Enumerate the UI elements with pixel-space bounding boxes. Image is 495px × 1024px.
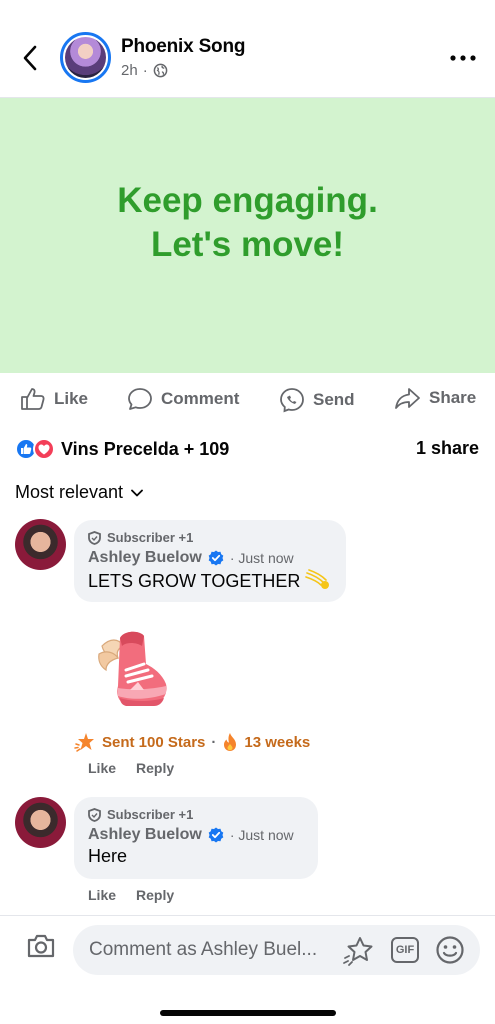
comment-actions: Like Reply (88, 760, 174, 776)
back-button[interactable] (16, 40, 44, 76)
comment-actions: Like Reply (88, 887, 174, 903)
badge-text: Subscriber +1 (107, 530, 194, 545)
share-label: Share (429, 388, 477, 407)
share-button[interactable]: Share (394, 387, 476, 409)
chevron-down-icon (131, 489, 143, 496)
comment-label: Comment (161, 389, 240, 408)
commenter-name[interactable]: Ashley Buelow (88, 549, 202, 567)
comment-text: LETS GROW TOGETHER (88, 569, 332, 592)
commenter-avatar[interactable] (15, 519, 66, 570)
post-header: Phoenix Song 2h · (0, 0, 495, 98)
subscriber-badge: Subscriber +1 (88, 807, 304, 822)
reactions-text: Vins Precelda + 109 (61, 438, 230, 459)
commenter-avatar[interactable] (15, 797, 66, 848)
comment-time: · Just now (229, 550, 294, 566)
comment-sort-dropdown[interactable]: Most relevant (15, 482, 143, 503)
comment-bubble-icon (128, 388, 152, 410)
post-text-line-2: Let's move! (150, 224, 345, 264)
thumbs-up-icon (21, 388, 45, 410)
comment-reply-button[interactable]: Reply (136, 887, 174, 903)
love-reaction-icon (33, 438, 55, 460)
comment-text: Here (88, 846, 128, 866)
camera-icon (27, 934, 55, 958)
chevron-left-icon (23, 45, 37, 71)
camera-button[interactable] (26, 933, 56, 964)
share-arrow-icon (395, 388, 420, 409)
like-button[interactable]: Like (20, 387, 88, 411)
post-text-line-1: Keep engaging. (117, 180, 378, 220)
sort-label: Most relevant (15, 482, 124, 502)
more-dots-icon (450, 55, 476, 61)
send-label: Send (313, 390, 355, 409)
shield-icon (88, 807, 101, 822)
like-label: Like (54, 389, 89, 408)
author-name[interactable]: Phoenix Song (121, 36, 245, 58)
shield-icon (88, 530, 101, 545)
streak-text: 13 weeks (244, 733, 311, 751)
post-text: Keep engaging. Let's move! (117, 179, 378, 267)
comment-input[interactable] (89, 925, 339, 975)
meta-separator: · (142, 62, 148, 79)
send-button[interactable]: Send (279, 387, 355, 413)
reaction-icons (15, 438, 55, 460)
comment-time: · Just now (229, 827, 294, 843)
avatar-sticker-icon[interactable] (343, 936, 375, 966)
gif-label: GIF (395, 944, 415, 956)
star-burst-icon (74, 733, 94, 752)
winged-shoe-sticker (98, 631, 167, 706)
post-meta: 2h · (121, 62, 168, 79)
globe-icon (153, 63, 168, 78)
post-content: Keep engaging. Let's move! (0, 98, 495, 373)
subscriber-badge: Subscriber +1 (88, 530, 332, 545)
stars-sent-line: Sent 100 Stars · 13 weeks (74, 732, 310, 752)
comment-name-line: Ashley Buelow · Just now (88, 826, 304, 844)
home-indicator (160, 1010, 336, 1016)
commenter-name[interactable]: Ashley Buelow (88, 826, 202, 844)
comment-bubble: Subscriber +1 Ashley Buelow · Just now L… (74, 520, 346, 602)
emoji-icon[interactable] (435, 935, 465, 965)
comment-composer: GIF (0, 915, 495, 1024)
messenger-icon (280, 388, 304, 413)
gif-button[interactable]: GIF (391, 937, 419, 963)
verified-badge-icon (208, 550, 224, 566)
comment-button[interactable]: Comment (127, 387, 239, 411)
reactions-summary[interactable]: Vins Precelda + 109 (15, 438, 229, 460)
flame-icon (224, 733, 237, 751)
comment-bubble: Subscriber +1 Ashley Buelow · Just now H… (74, 797, 318, 879)
post-actions: Like Comment Send Share (0, 373, 495, 425)
comment-reply-button[interactable]: Reply (136, 760, 174, 776)
comment-input-wrapper: GIF (73, 925, 480, 975)
badge-text: Subscriber +1 (107, 807, 194, 822)
author-avatar[interactable] (60, 32, 111, 83)
more-options-button[interactable] (449, 48, 477, 68)
comment-name-line: Ashley Buelow · Just now (88, 549, 332, 567)
post-time: 2h (121, 62, 138, 79)
stars-separator: · (211, 733, 217, 751)
comment-like-button[interactable]: Like (88, 760, 116, 776)
comet-emoji-icon (305, 569, 330, 589)
verified-badge-icon (208, 827, 224, 843)
comment-like-button[interactable]: Like (88, 887, 116, 903)
shares-count[interactable]: 1 share (416, 438, 479, 459)
stars-sent-text: Sent 100 Stars (102, 733, 206, 751)
